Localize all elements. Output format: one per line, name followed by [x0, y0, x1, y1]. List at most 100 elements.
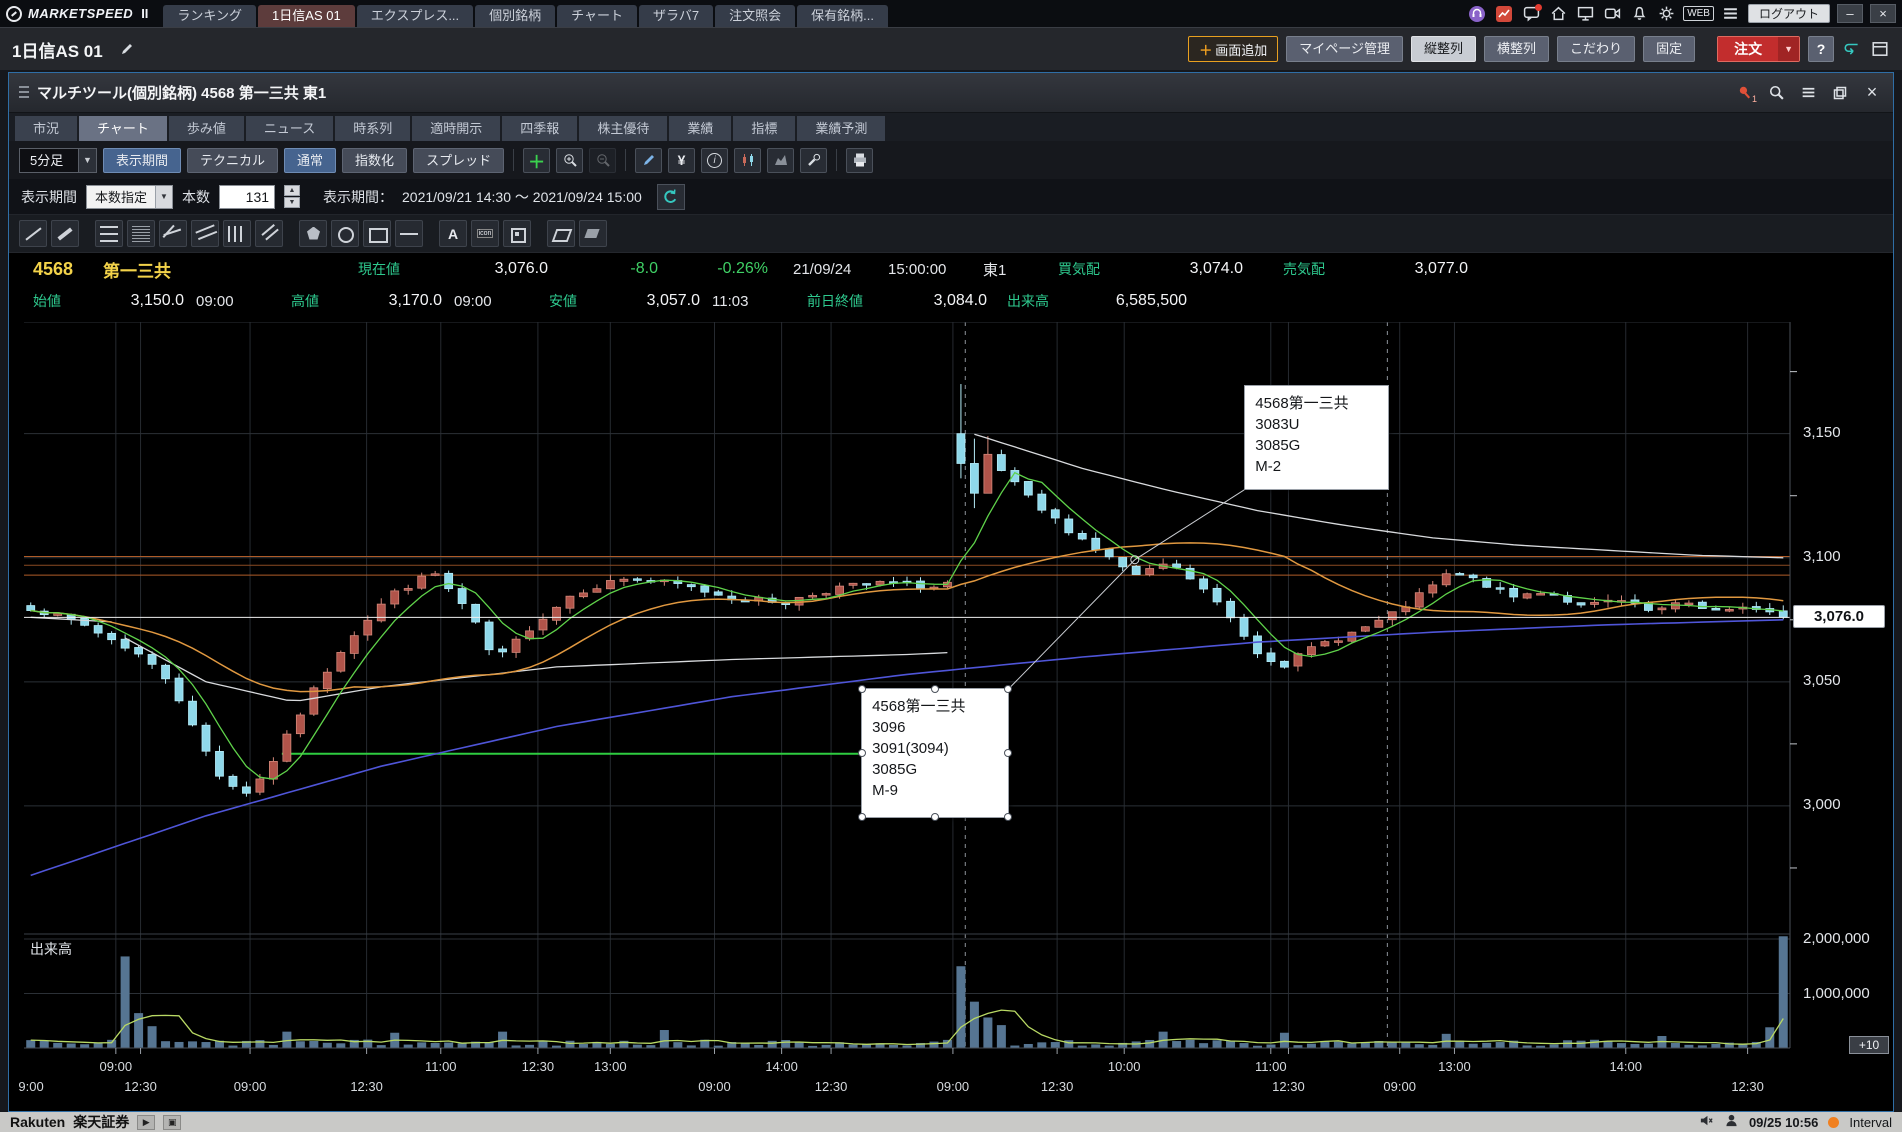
window-menu-icon[interactable] — [1797, 82, 1819, 104]
top-tab-3[interactable]: 個別銘柄 — [475, 5, 555, 27]
technical-button[interactable]: テクニカル — [187, 148, 278, 173]
notifications-icon[interactable] — [1521, 4, 1541, 24]
add-indicator-button[interactable]: ＋ — [523, 148, 550, 173]
spread-button[interactable]: スプレッド — [413, 148, 504, 173]
normal-button[interactable]: 通常 — [284, 148, 336, 173]
feedback-icon[interactable] — [1842, 39, 1862, 59]
top-tab-6[interactable]: 注文照会 — [715, 5, 795, 27]
window-tab-4[interactable]: 時系列 — [335, 116, 410, 141]
draw-pencil-button[interactable] — [635, 148, 662, 173]
rectangle-tool[interactable] — [363, 220, 391, 247]
fan-line-tool[interactable] — [159, 220, 187, 247]
window-tab-6[interactable]: 四季報 — [502, 116, 577, 141]
hatch-tool[interactable] — [127, 220, 155, 247]
area-style-button[interactable] — [767, 148, 794, 173]
chart-region[interactable]: 3,1503,1003,0503,0002,000,0001,000,00009… — [9, 317, 1893, 1109]
mypage-manage-button[interactable]: マイページ管理 — [1286, 36, 1403, 62]
media-icon[interactable] — [1602, 4, 1622, 24]
search-icon[interactable] — [1765, 82, 1787, 104]
reset-period-button[interactable] — [657, 184, 685, 210]
period-mode-select[interactable]: 本数指定▼ — [86, 185, 173, 209]
icon-stamp-tool[interactable]: icon — [471, 220, 499, 247]
window-tab-3[interactable]: ニュース — [246, 116, 333, 141]
parallel-line-tool[interactable] — [255, 220, 283, 247]
window-tab-8[interactable]: 業績 — [669, 116, 731, 141]
info-button[interactable]: i — [701, 148, 728, 173]
top-tab-5[interactable]: ザラバ7 — [639, 5, 713, 27]
vertical-align-button[interactable]: 縦整列 — [1411, 36, 1476, 62]
pin-icon[interactable]: 1 — [1733, 82, 1755, 104]
period-mode-dropdown-arrow-icon[interactable]: ▼ — [155, 186, 172, 208]
count-step-down-button[interactable]: ▼ — [284, 197, 300, 208]
status-expand-button[interactable]: ▶ — [137, 1115, 155, 1130]
clear-all-tool[interactable] — [579, 220, 607, 247]
fix-button[interactable]: 固定 — [1643, 36, 1695, 62]
print-button[interactable] — [846, 148, 873, 173]
bar-count-input[interactable] — [219, 185, 275, 209]
screen-share-icon[interactable] — [1575, 4, 1595, 24]
extend-bars-button[interactable]: +10 — [1849, 1036, 1889, 1054]
vertical-grid-tool[interactable] — [223, 220, 251, 247]
zoom-in-button[interactable] — [556, 148, 583, 173]
top-tab-1[interactable]: 1日信AS 01 — [258, 5, 355, 27]
trend-line-tool[interactable] — [19, 220, 47, 247]
home-icon[interactable] — [1548, 4, 1568, 24]
window-grip-icon[interactable] — [19, 86, 29, 100]
user-icon[interactable] — [1724, 1113, 1739, 1131]
settings-wrench-button[interactable] — [800, 148, 827, 173]
window-tab-0[interactable]: 市況 — [15, 116, 77, 141]
web-badge[interactable]: WEB — [1683, 6, 1714, 21]
stamp-tool[interactable] — [503, 220, 531, 247]
candle-style-button[interactable] — [734, 148, 761, 173]
top-tab-0[interactable]: ランキング — [163, 5, 256, 27]
window-tab-1[interactable]: チャート — [79, 116, 167, 141]
window-tab-9[interactable]: 指標 — [733, 116, 795, 141]
edit-workspace-pencil-icon[interactable] — [117, 39, 137, 59]
channel-tool[interactable] — [191, 220, 219, 247]
gear-icon[interactable] — [1656, 4, 1676, 24]
price-tool-button[interactable]: ¥ — [668, 148, 695, 173]
display-period-button[interactable]: 表示期間 — [103, 148, 181, 173]
multi-hline-tool[interactable] — [95, 220, 123, 247]
zoom-out-button[interactable] — [589, 148, 616, 173]
count-step-up-button[interactable]: ▲ — [284, 185, 300, 196]
window-tab-10[interactable]: 業績予測 — [797, 116, 885, 141]
selection-handle[interactable] — [858, 749, 866, 757]
timeframe-select[interactable]: 5分足▼ — [19, 148, 97, 173]
help-button[interactable]: ? — [1808, 36, 1834, 62]
ellipse-tool[interactable] — [331, 220, 359, 247]
menu-icon[interactable] — [1721, 4, 1741, 24]
top-tab-7[interactable]: 保有銘柄... — [797, 5, 888, 27]
logout-button[interactable]: ログアウト — [1748, 4, 1830, 23]
panel-layout-icon[interactable] — [1870, 39, 1890, 59]
app-minimize-button[interactable]: – — [1837, 4, 1863, 23]
index-button[interactable]: 指数化 — [342, 148, 407, 173]
order-dropdown-arrow-icon[interactable]: ▼ — [1778, 37, 1799, 61]
trade-annotation-box-0[interactable]: 4568第一三共3083U3085GM-2 — [1244, 385, 1389, 490]
app-close-button[interactable]: × — [1870, 4, 1896, 23]
pen-tool[interactable] — [51, 220, 79, 247]
window-titlebar[interactable]: マルチツール(個別銘柄) 4568 第一三共 東1 1 × — [9, 73, 1893, 113]
horizontal-align-button[interactable]: 横整列 — [1484, 36, 1549, 62]
kodawari-button[interactable]: こだわり — [1557, 36, 1635, 62]
eraser-tool[interactable] — [547, 220, 575, 247]
horizontal-line-tool[interactable] — [395, 220, 423, 247]
order-button[interactable]: 注文▼ — [1717, 36, 1800, 62]
window-tab-7[interactable]: 株主優待 — [579, 116, 667, 141]
pentagon-tool[interactable] — [299, 220, 327, 247]
text-tool[interactable]: A — [439, 220, 467, 247]
chart-app-icon[interactable] — [1494, 4, 1514, 24]
trade-annotation-box-1[interactable]: 4568第一三共30963091(3094)3085GM-9 — [861, 688, 1009, 818]
status-panel-button[interactable]: ▣ — [163, 1115, 181, 1130]
window-tab-2[interactable]: 歩み値 — [169, 116, 244, 141]
selection-handle[interactable] — [858, 685, 866, 693]
speaker-icon[interactable] — [1699, 1113, 1714, 1131]
bell-icon[interactable] — [1629, 4, 1649, 24]
timeframe-dropdown-arrow-icon[interactable]: ▼ — [78, 149, 96, 172]
window-tab-5[interactable]: 適時開示 — [412, 116, 500, 141]
add-screen-button[interactable]: ＋画面追加 — [1188, 36, 1278, 62]
support-icon[interactable] — [1467, 4, 1487, 24]
window-close-icon[interactable]: × — [1861, 82, 1883, 104]
top-tab-4[interactable]: チャート — [557, 5, 637, 27]
top-tab-2[interactable]: エクスプレス... — [357, 5, 473, 27]
